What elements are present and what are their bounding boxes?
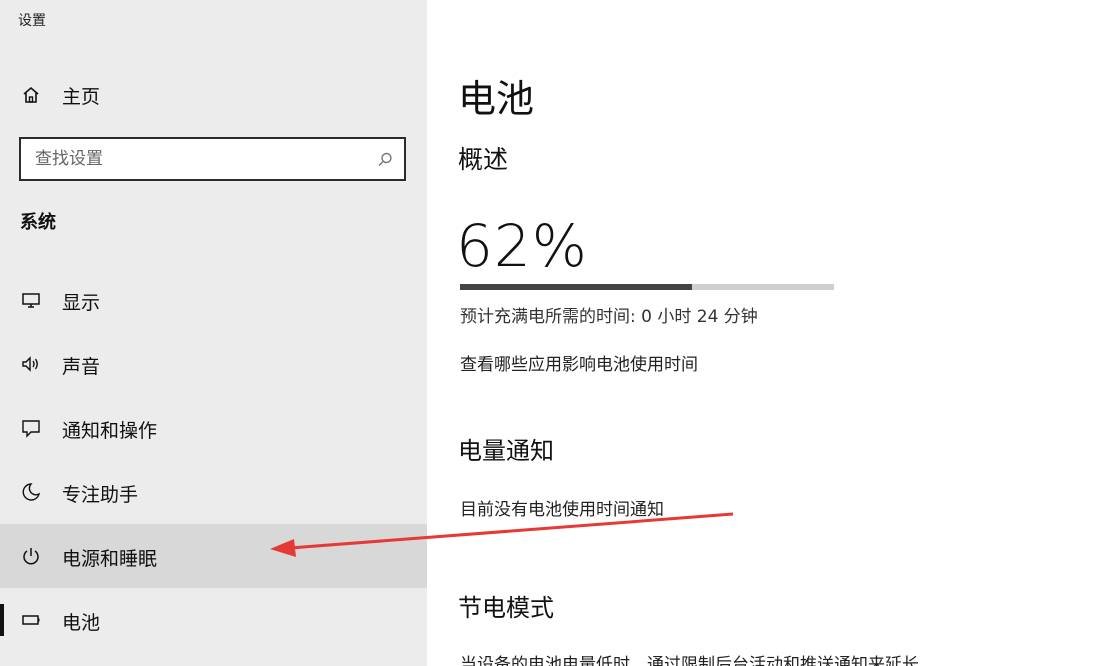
battery-notification-title: 电量通知 [458,437,554,465]
main-content: 电池 概述 62% 预计充满电所需的时间: 0 小时 24 分钟 查看哪些应用影… [427,0,1114,666]
search-input[interactable] [35,145,365,173]
page-title: 电池 [458,77,535,121]
battery-saver-title: 节电模式 [458,594,554,622]
sidebar-item-display[interactable]: 显示 [0,268,427,332]
battery-notification-text: 目前没有电池使用时间通知 [460,500,664,520]
sidebar-item-label: 显示 [62,292,101,314]
home-icon [20,84,42,106]
moon-icon [20,481,42,503]
sidebar-item-focus-assist[interactable]: 专注助手 [0,460,427,524]
battery-level-fill [460,284,692,290]
battery-level-bar [460,284,834,290]
battery-saver-description: 当设备的电池电量低时，通过限制后台活动和推送通知来延长 [460,655,919,666]
search-icon[interactable] [376,151,394,169]
overview-title: 概述 [458,145,509,174]
sidebar: 设置 主页 系统 显示 声音 通知和操作 专注助手 [0,0,427,666]
battery-percent: 62% [456,212,588,280]
speaker-icon [20,353,42,375]
charge-estimate: 预计充满电所需的时间: 0 小时 24 分钟 [460,307,758,327]
battery-usage-link[interactable]: 查看哪些应用影响电池使用时间 [460,350,698,375]
sidebar-item-label: 电池 [62,612,101,634]
sidebar-item-label: 专注助手 [62,484,139,506]
sidebar-item-notifications[interactable]: 通知和操作 [0,396,427,460]
nav-home[interactable]: 主页 [0,72,427,118]
section-header-system: 系统 [20,212,56,233]
display-icon [20,289,42,311]
sidebar-item-label: 通知和操作 [62,420,158,442]
notification-icon [20,417,42,439]
nav-home-label: 主页 [62,85,101,108]
sidebar-item-label: 电源和睡眠 [62,548,158,570]
window-title: 设置 [18,13,46,29]
sidebar-item-label: 声音 [62,356,101,378]
search-box[interactable] [19,137,406,181]
sidebar-item-sound[interactable]: 声音 [0,332,427,396]
sidebar-item-power-sleep[interactable]: 电源和睡眠 [0,524,427,588]
battery-icon [20,609,42,631]
power-icon [20,545,42,567]
sidebar-item-battery[interactable]: 电池 [0,588,427,652]
